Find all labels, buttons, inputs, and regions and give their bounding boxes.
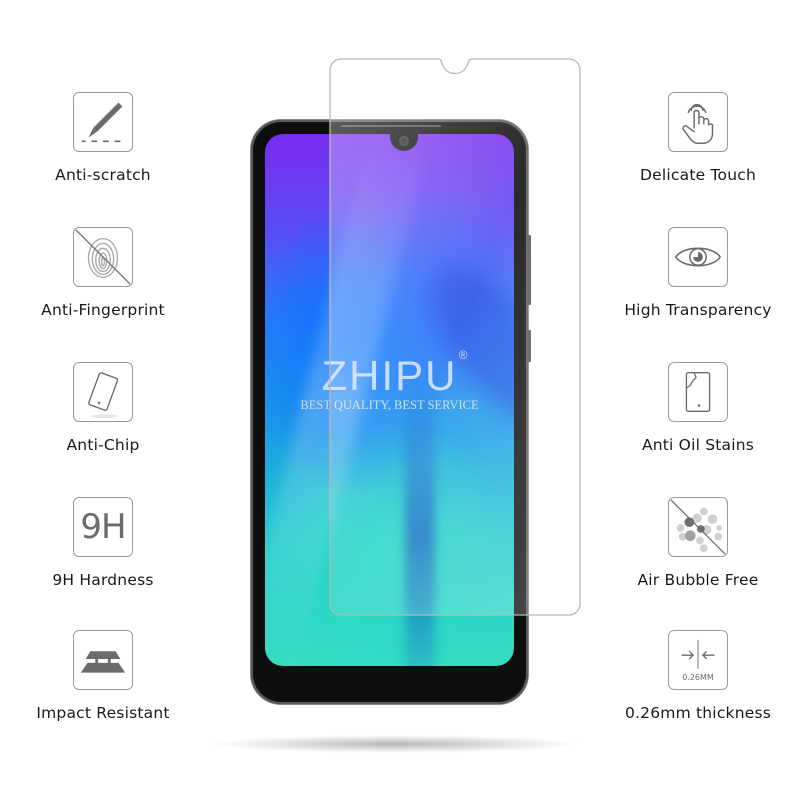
thickness-icon-text: 0.26MM: [682, 673, 714, 682]
feature-label: Impact Resistant: [36, 704, 170, 722]
feature-delicate-touch: Delicate Touch: [608, 92, 788, 184]
phone-shadow: [210, 735, 580, 753]
feature-label: High Transparency: [624, 301, 772, 319]
layered-plates-icon: [73, 630, 133, 690]
crossed-bubbles-icon: [668, 497, 728, 557]
scalpel-scratch-icon: [73, 92, 133, 152]
feature-anti-fingerprint: Anti-Fingerprint: [13, 227, 193, 319]
feature-label: Anti-Chip: [66, 436, 140, 454]
cracked-phone-icon: [668, 362, 728, 422]
touch-hand-icon: [668, 92, 728, 152]
feature-label: 9H Hardness: [52, 571, 154, 589]
crossed-fingerprint-icon: [73, 227, 133, 287]
feature-label: Delicate Touch: [640, 166, 756, 184]
feature-air-bubble-free: Air Bubble Free: [608, 497, 788, 589]
feature-anti-oil-stains: Anti Oil Stains: [608, 362, 788, 454]
feature-anti-scratch: Anti-scratch: [13, 92, 193, 184]
thickness-arrows-icon: 0.26MM: [668, 630, 728, 690]
tilted-phone-icon: [73, 362, 133, 422]
feature-label: Air Bubble Free: [637, 571, 759, 589]
9h-icon: 9H: [73, 497, 133, 557]
feature-anti-chip: Anti-Chip: [13, 362, 193, 454]
feature-thickness: 0.26MM 0.26mm thickness: [608, 630, 788, 722]
feature-label: 0.26mm thickness: [624, 704, 772, 722]
feature-9h-hardness: 9H 9H Hardness: [13, 497, 193, 589]
feature-label: Anti Oil Stains: [641, 436, 755, 454]
feature-label: Anti-scratch: [55, 166, 151, 184]
feature-label: Anti-Fingerprint: [41, 301, 165, 319]
eye-icon: [668, 227, 728, 287]
feature-impact-resistant: Impact Resistant: [13, 630, 193, 722]
9h-icon-text: 9H: [80, 507, 126, 547]
feature-high-transparency: High Transparency: [608, 227, 788, 319]
glass-screen-protector: [329, 58, 581, 616]
